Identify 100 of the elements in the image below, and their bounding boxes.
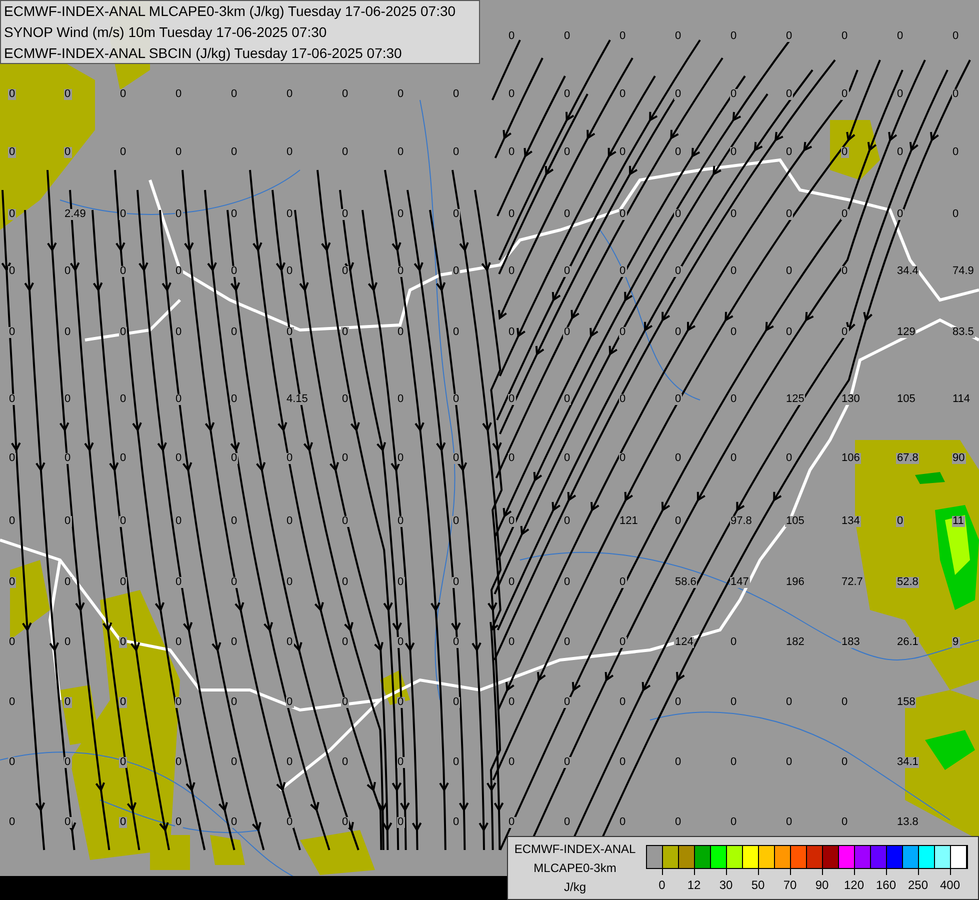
station-value: 0 xyxy=(674,817,682,828)
station-value: 0 xyxy=(730,637,738,648)
station-value: 0 xyxy=(341,89,350,100)
station-value: 0 xyxy=(508,89,516,100)
station-value: 0 xyxy=(730,31,738,42)
station-value: 34.4 xyxy=(896,266,920,277)
legend-tick-label: 160 xyxy=(876,879,896,891)
station-value: 0 xyxy=(618,637,627,648)
station-value: 0 xyxy=(174,89,183,100)
station-value: 0 xyxy=(341,147,350,158)
station-value: 0 xyxy=(174,147,183,158)
station-value: 0 xyxy=(674,209,682,220)
station-value: 0 xyxy=(674,31,682,42)
station-value: 0 xyxy=(952,89,960,100)
map-title-line: ECMWF-INDEX-ANAL SBCIN (J/kg) Tuesday 17-06-2025 07:30 xyxy=(4,46,403,60)
station-value: 0 xyxy=(618,327,627,338)
station-value: 0 xyxy=(563,817,572,828)
station-value: 0 xyxy=(8,394,16,405)
station-value: 0 xyxy=(230,327,238,338)
station-value: 0 xyxy=(396,266,405,277)
station-value: 0 xyxy=(452,147,460,158)
station-value: 0 xyxy=(785,327,794,338)
station-value: 0 xyxy=(785,89,794,100)
station-value: 0 xyxy=(785,147,794,158)
station-value: 0 xyxy=(174,817,183,828)
station-value: 0 xyxy=(452,394,460,405)
legend-tick-label: 30 xyxy=(719,879,733,891)
station-value: 0 xyxy=(64,817,72,828)
station-value: 0 xyxy=(119,327,128,338)
legend-title-line: ECMWF-INDEX-ANAL xyxy=(514,842,636,855)
station-value: 0 xyxy=(286,577,294,588)
station-value: 0 xyxy=(508,516,516,527)
station-value: 67.8 xyxy=(896,453,920,464)
station-value: 125 xyxy=(785,394,806,405)
station-value: 130 xyxy=(840,394,861,405)
station-value: 0 xyxy=(563,209,572,220)
station-value: 0 xyxy=(452,757,460,768)
station-value: 0 xyxy=(840,89,849,100)
station-value: 0 xyxy=(785,266,794,277)
station-value: 0 xyxy=(508,31,516,42)
station-value: 0 xyxy=(563,266,572,277)
station-value: 74.9 xyxy=(952,266,975,277)
station-value: 0 xyxy=(286,757,294,768)
station-value: 0 xyxy=(785,697,794,708)
station-value: 0 xyxy=(508,266,516,277)
station-value: 83.5 xyxy=(952,327,975,338)
station-value: 121 xyxy=(618,516,639,527)
station-value: 0 xyxy=(286,147,294,158)
station-value: 0 xyxy=(618,31,627,42)
station-value: 0 xyxy=(508,757,516,768)
station-value: 0 xyxy=(563,757,572,768)
station-value: 0 xyxy=(64,516,72,527)
station-value: 0 xyxy=(785,209,794,220)
station-value: 0 xyxy=(508,147,516,158)
station-value: 0 xyxy=(563,31,572,42)
station-value: 0 xyxy=(952,147,960,158)
legend-tick-label: 250 xyxy=(908,879,928,891)
station-value: 0 xyxy=(452,453,460,464)
station-value: 0 xyxy=(508,453,516,464)
legend-tick-label: 70 xyxy=(783,879,797,891)
station-value: 0 xyxy=(8,697,16,708)
station-value: 58.6 xyxy=(674,577,698,588)
station-value: 0 xyxy=(563,147,572,158)
station-value: 0 xyxy=(396,637,405,648)
station-value: 0 xyxy=(508,327,516,338)
station-value: 0 xyxy=(785,453,794,464)
station-value: 106 xyxy=(840,453,861,464)
station-value: 0 xyxy=(230,516,238,527)
station-value: 0 xyxy=(286,89,294,100)
station-value: 0 xyxy=(119,516,128,527)
station-value: 0 xyxy=(230,577,238,588)
station-value: 13.8 xyxy=(896,817,920,828)
cape-core-area xyxy=(925,730,975,770)
station-value: 0 xyxy=(896,516,904,527)
station-value: 0 xyxy=(452,577,460,588)
station-value: 0 xyxy=(174,266,183,277)
station-value: 0 xyxy=(341,577,350,588)
station-value: 0 xyxy=(840,697,849,708)
station-value: 0 xyxy=(8,327,16,338)
station-value: 0 xyxy=(174,637,183,648)
legend-tick-label: 0 xyxy=(658,879,666,891)
station-value: 0 xyxy=(452,209,460,220)
station-value: 0 xyxy=(618,209,627,220)
station-value: 0 xyxy=(8,757,16,768)
station-value: 0 xyxy=(674,89,682,100)
station-value: 0 xyxy=(563,637,572,648)
station-value: 0 xyxy=(286,327,294,338)
station-value: 0 xyxy=(896,147,904,158)
station-value: 0 xyxy=(230,147,238,158)
station-value: 0 xyxy=(840,31,849,42)
station-value: 0 xyxy=(508,817,516,828)
station-value: 0 xyxy=(618,266,627,277)
station-value: 0 xyxy=(840,817,849,828)
station-value: 0 xyxy=(618,147,627,158)
station-value: 0 xyxy=(396,89,405,100)
station-value: 0 xyxy=(8,817,16,828)
legend-tick-label: 50 xyxy=(751,879,765,891)
station-value: 0 xyxy=(286,697,294,708)
station-value: 0 xyxy=(618,817,627,828)
station-value: 0 xyxy=(396,209,405,220)
